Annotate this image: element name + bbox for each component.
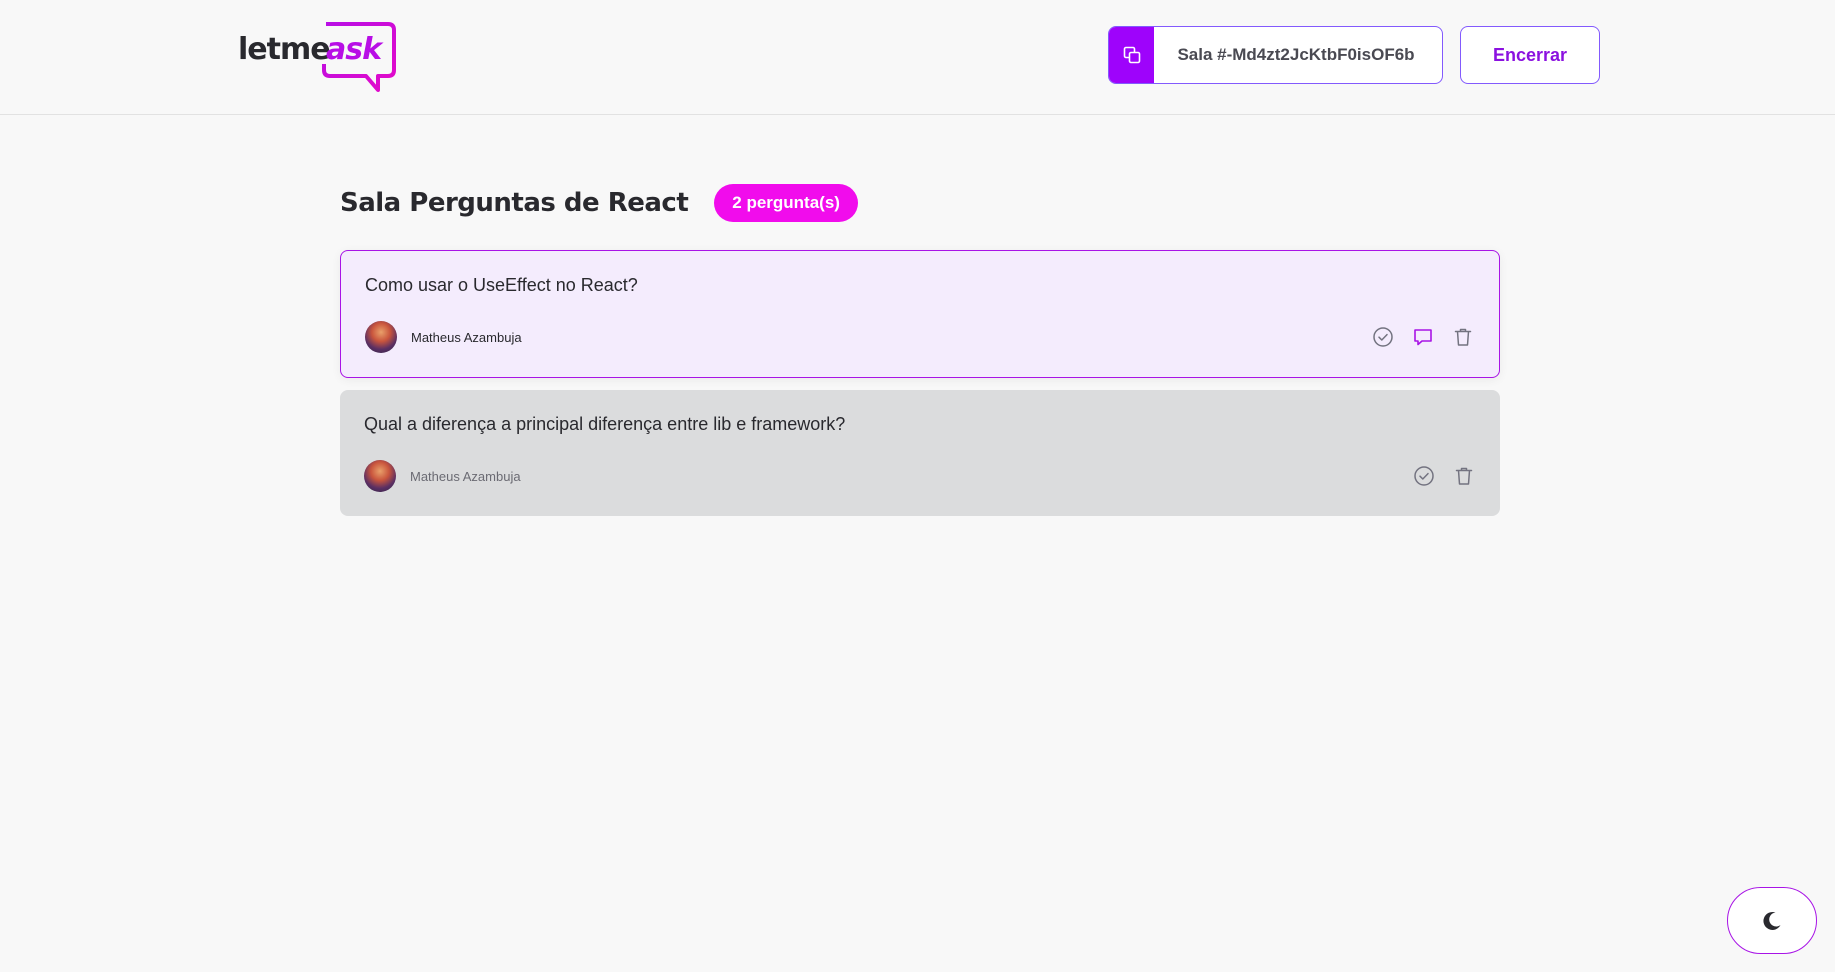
question-actions xyxy=(1412,464,1476,488)
letmeask-logo[interactable]: letme ask xyxy=(238,20,398,98)
trash-icon[interactable] xyxy=(1451,325,1475,349)
header: letme ask Sala #-Md4zt2JcKtbF0isOF6b Enc… xyxy=(0,0,1835,115)
author-name: Matheus Azambuja xyxy=(411,329,522,345)
question-footer: Matheus Azambuja xyxy=(365,321,1475,353)
copy-icon[interactable] xyxy=(1109,27,1154,83)
theme-toggle-button[interactable] xyxy=(1727,887,1817,954)
logo-text-ask: ask xyxy=(326,32,382,67)
room-code-button[interactable]: Sala #-Md4zt2JcKtbF0isOF6b xyxy=(1108,26,1443,84)
question-author: Matheus Azambuja xyxy=(365,321,522,353)
close-room-button[interactable]: Encerrar xyxy=(1460,26,1600,84)
question-actions xyxy=(1371,325,1475,349)
author-name: Matheus Azambuja xyxy=(410,468,521,484)
avatar xyxy=(365,321,397,353)
check-circle-icon[interactable] xyxy=(1412,464,1436,488)
question-text: Qual a diferença a principal diferença e… xyxy=(364,414,846,434)
avatar xyxy=(364,460,396,492)
question-count-badge: 2 pergunta(s) xyxy=(714,184,858,222)
question-text: Como usar o UseEffect no React? xyxy=(365,275,638,295)
check-circle-icon[interactable] xyxy=(1371,325,1395,349)
moon-icon xyxy=(1763,911,1781,930)
question-card: Qual a diferença a principal diferença e… xyxy=(340,390,1500,516)
question-author: Matheus Azambuja xyxy=(364,460,521,492)
question-card: Como usar o UseEffect no React? Matheus … xyxy=(340,250,1500,378)
room-title-row: Sala Perguntas de React 2 pergunta(s) xyxy=(340,184,858,222)
chat-bubble-icon[interactable] xyxy=(1411,325,1435,349)
page-title: Sala Perguntas de React xyxy=(340,188,689,218)
trash-icon[interactable] xyxy=(1452,464,1476,488)
room-code-label: Sala #-Md4zt2JcKtbF0isOF6b xyxy=(1177,45,1415,64)
question-footer: Matheus Azambuja xyxy=(364,460,1476,492)
